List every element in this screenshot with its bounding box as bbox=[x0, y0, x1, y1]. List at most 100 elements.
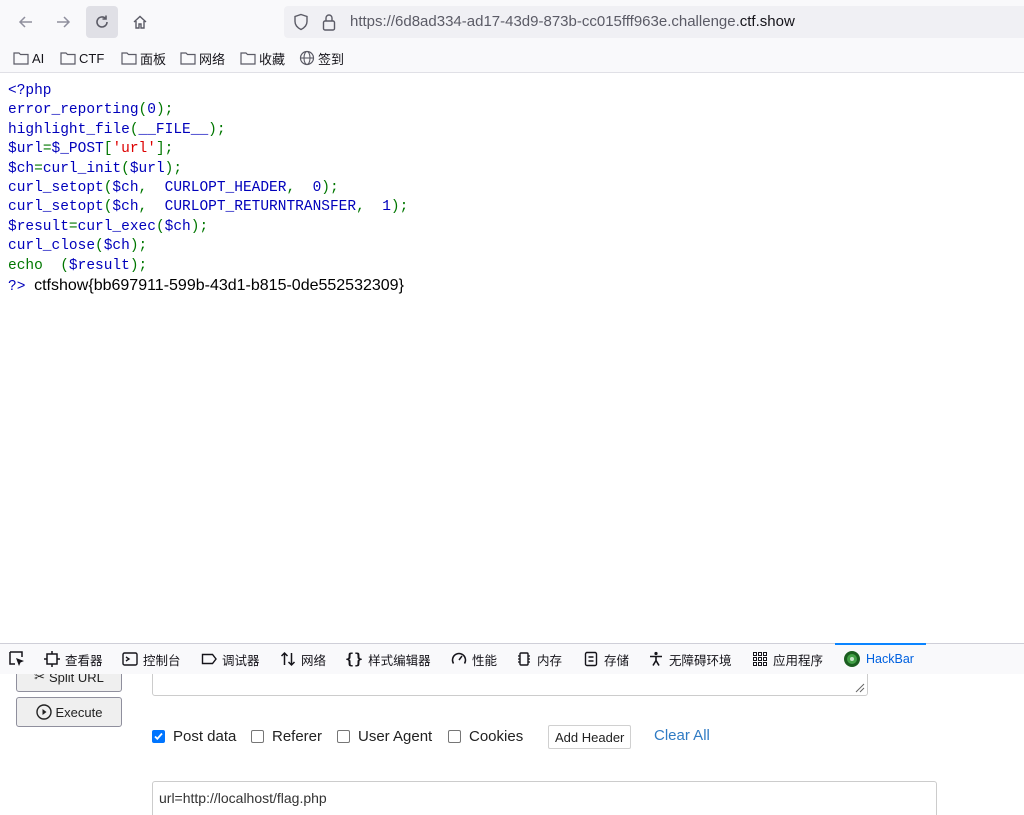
lock-icon[interactable] bbox=[320, 12, 338, 32]
user-agent-label: User Agent bbox=[358, 728, 433, 745]
network-icon bbox=[280, 651, 296, 667]
arrow-right-icon bbox=[57, 16, 71, 28]
folder-icon bbox=[121, 52, 137, 65]
url-domain: ctf.show bbox=[739, 13, 795, 30]
bookmark-favorites[interactable]: 收藏 bbox=[240, 48, 285, 68]
bookmark-label: 面板 bbox=[140, 51, 167, 67]
bookmark-ai[interactable]: AI bbox=[13, 48, 44, 68]
element-picker-button[interactable] bbox=[8, 644, 31, 674]
tab-network[interactable]: 网络 bbox=[280, 644, 326, 674]
code-line: $result=curl_exec($ch); bbox=[8, 218, 209, 235]
tab-storage[interactable]: 存储 bbox=[583, 644, 629, 674]
bookmark-label: 签到 bbox=[318, 51, 345, 67]
cookies-checkbox[interactable] bbox=[448, 730, 461, 743]
tab-memory[interactable]: 内存 bbox=[516, 644, 562, 674]
tab-label: 网络 bbox=[301, 653, 327, 668]
tab-console[interactable]: 控制台 bbox=[122, 644, 181, 674]
bookmark-panel[interactable]: 面板 bbox=[121, 48, 166, 68]
tab-label: 调试器 bbox=[222, 653, 260, 668]
split-url-button[interactable]: ✂ Split URL bbox=[16, 674, 122, 692]
bookmark-checkin[interactable]: 签到 bbox=[299, 48, 344, 68]
globe-icon bbox=[299, 50, 315, 66]
cookies-option[interactable]: Cookies bbox=[448, 728, 523, 745]
tab-debugger[interactable]: 调试器 bbox=[201, 644, 260, 674]
execute-label: Execute bbox=[55, 704, 103, 720]
console-icon bbox=[122, 652, 138, 666]
code-line: $ch=curl_init($url); bbox=[8, 160, 183, 177]
bookmark-label: AI bbox=[32, 50, 45, 66]
referer-label: Referer bbox=[272, 728, 323, 745]
browser-toolbar: https://6d8ad334-ad17-43d9-873b-cc015fff… bbox=[0, 0, 1024, 44]
flag-output: ctfshow{bb697911-599b-43d1-b815-0de55253… bbox=[34, 277, 404, 295]
debugger-icon bbox=[201, 653, 217, 665]
execute-button[interactable]: Execute bbox=[16, 697, 122, 727]
url-prefix: https://6d8ad334-ad17-43d9-873b-cc015fff… bbox=[350, 13, 740, 30]
shield-icon[interactable] bbox=[292, 13, 310, 31]
split-url-label: Split URL bbox=[48, 674, 104, 685]
reload-button[interactable] bbox=[86, 6, 118, 38]
clear-all-link[interactable]: Clear All bbox=[654, 727, 710, 744]
post-data-option[interactable]: Post data bbox=[152, 728, 236, 745]
tab-label: 应用程序 bbox=[773, 653, 824, 668]
hackbar-icon bbox=[844, 651, 860, 667]
tab-label: 性能 bbox=[472, 653, 498, 668]
tab-hackbar[interactable]: HackBar bbox=[835, 643, 926, 674]
tab-performance[interactable]: 性能 bbox=[451, 644, 497, 674]
arrow-left-icon bbox=[18, 16, 32, 28]
bookmark-label: 收藏 bbox=[259, 51, 286, 67]
post-data-input[interactable]: url=http://localhost/flag.php bbox=[152, 781, 937, 815]
code-line: echo ($result); bbox=[8, 257, 148, 274]
bookmark-ctf[interactable]: CTF bbox=[60, 48, 104, 68]
devtools-tabbar: 查看器 控制台 调试器 网络 {} 样式编辑器 性能 内存 存储 无障碍环境 应… bbox=[0, 643, 1024, 675]
code-line: <?php bbox=[8, 83, 52, 99]
style-editor-icon: {} bbox=[345, 650, 364, 668]
code-line: ?> ctfshow{bb697911-599b-43d1-b815-0de55… bbox=[8, 277, 404, 296]
tab-label: 存储 bbox=[604, 653, 630, 668]
performance-icon bbox=[451, 652, 467, 664]
folder-icon bbox=[180, 52, 196, 65]
folder-icon bbox=[13, 52, 29, 65]
cookies-label: Cookies bbox=[469, 728, 524, 745]
home-button[interactable] bbox=[124, 6, 156, 38]
tab-inspector[interactable]: 查看器 bbox=[44, 644, 103, 674]
application-icon bbox=[753, 652, 767, 666]
folder-icon bbox=[240, 52, 256, 65]
memory-icon bbox=[518, 652, 530, 666]
url-bar[interactable]: https://6d8ad334-ad17-43d9-873b-cc015fff… bbox=[284, 6, 1024, 38]
post-data-checkbox[interactable] bbox=[152, 730, 165, 743]
tab-label: 查看器 bbox=[65, 653, 103, 668]
tab-application[interactable]: 应用程序 bbox=[752, 644, 823, 674]
tab-style-editor[interactable]: {} 样式编辑器 bbox=[345, 644, 431, 674]
add-header-button[interactable]: Add Header bbox=[548, 725, 632, 749]
referer-option[interactable]: Referer bbox=[251, 728, 322, 745]
tab-label: 控制台 bbox=[143, 653, 181, 668]
resize-handle-icon[interactable] bbox=[853, 681, 865, 693]
post-data-label: Post data bbox=[173, 728, 237, 745]
url-text: https://6d8ad334-ad17-43d9-873b-cc015fff… bbox=[350, 13, 795, 30]
tab-label: 无障碍环境 bbox=[669, 653, 732, 668]
storage-icon bbox=[584, 651, 598, 667]
bookmarks-bar: AI CTF 面板 网络 收藏 签到 bbox=[0, 44, 1024, 73]
inspector-icon bbox=[44, 651, 60, 667]
hackbar-panel: ✂ Split URL Execute Post data Referer Us… bbox=[0, 674, 1024, 815]
back-button[interactable] bbox=[10, 6, 42, 38]
code-line: curl_setopt($ch, CURLOPT_HEADER, 0); bbox=[8, 180, 339, 197]
scissors-icon: ✂ bbox=[34, 674, 45, 684]
user-agent-option[interactable]: User Agent bbox=[337, 728, 432, 745]
referer-checkbox[interactable] bbox=[251, 730, 264, 743]
url-textarea[interactable] bbox=[152, 674, 868, 696]
tab-label: 内存 bbox=[537, 653, 563, 668]
checkmark-icon bbox=[154, 732, 163, 741]
user-agent-checkbox[interactable] bbox=[337, 730, 350, 743]
pick-element-icon bbox=[9, 651, 24, 666]
folder-icon bbox=[60, 52, 76, 65]
bookmark-label: 网络 bbox=[199, 51, 226, 67]
bookmark-network[interactable]: 网络 bbox=[180, 48, 225, 68]
tab-label: 样式编辑器 bbox=[368, 653, 431, 668]
code-line: curl_close($ch); bbox=[8, 238, 148, 255]
code-line: curl_setopt($ch, CURLOPT_RETURNTRANSFER,… bbox=[8, 199, 409, 216]
code-line: $url=$_POST['url']; bbox=[8, 141, 174, 158]
tab-accessibility[interactable]: 无障碍环境 bbox=[648, 644, 732, 674]
forward-button[interactable] bbox=[47, 6, 79, 38]
tab-label: HackBar bbox=[866, 652, 914, 666]
